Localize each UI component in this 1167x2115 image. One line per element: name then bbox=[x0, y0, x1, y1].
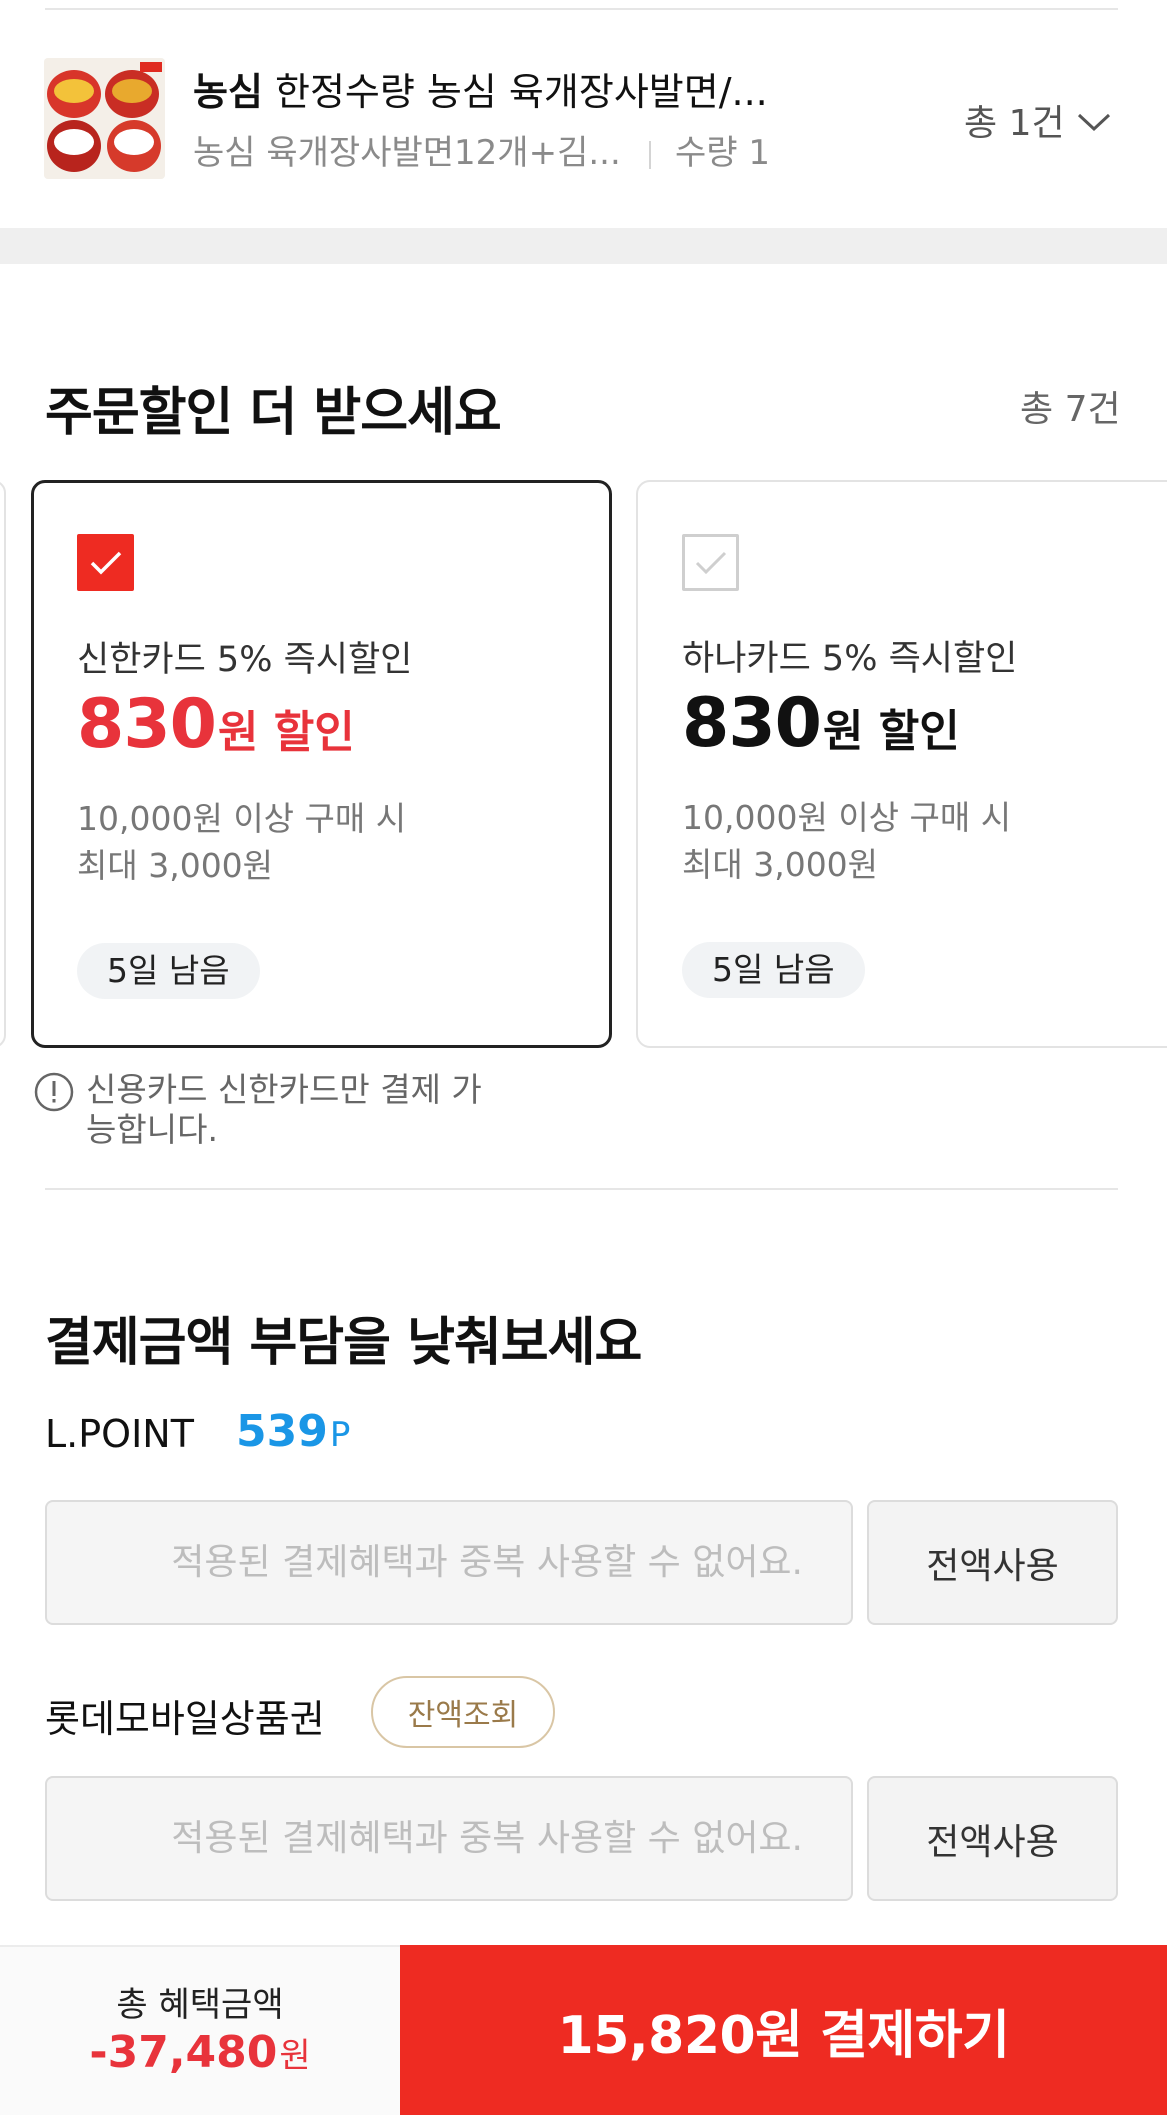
card-discount-name: 하나카드 5% 즉시할인 bbox=[682, 639, 1018, 679]
card-discount-name: 신한카드 5% 즉시할인 bbox=[77, 640, 413, 680]
gift-card-input[interactable] bbox=[45, 1776, 853, 1901]
gift-use-all-button[interactable]: 전액사용 bbox=[867, 1776, 1118, 1901]
notice-text: 신용카드 신한카드만 결제 가능합니다. bbox=[86, 1070, 482, 1149]
lpoint-input[interactable] bbox=[45, 1500, 853, 1625]
total-benefit-amount: -37,480원 bbox=[0, 2027, 400, 2078]
benefit-amount-unit: 원 bbox=[279, 2036, 311, 2076]
product-image bbox=[44, 58, 165, 179]
top-divider bbox=[45, 8, 1118, 10]
balance-check-button[interactable]: 잔액조회 bbox=[371, 1676, 555, 1748]
product-option: 농심 육개장사발면12개+김... bbox=[193, 133, 621, 173]
chevron-down-icon bbox=[1077, 100, 1111, 141]
card-discount-amount: 830원 할인 bbox=[682, 684, 960, 763]
product-title[interactable]: 농심 한정수량 농심 육개장사발면/... bbox=[193, 68, 813, 116]
discount-amount-unit: 원 할인 bbox=[217, 707, 355, 758]
condition-max-discount: 최대 3,000원 bbox=[77, 846, 274, 885]
discount-amount-value: 830 bbox=[77, 685, 217, 764]
product-total-toggle[interactable]: 총 1건 bbox=[964, 94, 1111, 146]
product-name: 한정수량 농심 육개장사발면/... bbox=[275, 70, 768, 114]
payment-reduce-title: 결제금액 부담을 낮춰보세요 bbox=[45, 1313, 642, 1373]
product-brand: 농심 bbox=[193, 70, 263, 114]
condition-min-purchase: 10,000원 이상 구매 시 bbox=[77, 799, 407, 838]
card-discount-amount: 830원 할인 bbox=[77, 685, 355, 764]
checkbox-unchecked[interactable] bbox=[682, 534, 739, 591]
prev-card-edge[interactable] bbox=[0, 480, 6, 1048]
total-benefit-panel: 총 혜택금액 -37,480원 bbox=[0, 1945, 400, 2115]
discount-card-shinhan[interactable]: 신한카드 5% 즉시할인 830원 할인 10,000원 이상 구매 시 최대 … bbox=[31, 480, 612, 1048]
order-discount-count[interactable]: 총 7건 bbox=[1020, 380, 1121, 432]
order-discount-title: 주문할인 더 받으세요 bbox=[45, 383, 502, 443]
product-total-count: 총 1건 bbox=[964, 103, 1065, 144]
product-thumbnail bbox=[44, 58, 165, 179]
condition-max-discount: 최대 3,000원 bbox=[682, 845, 879, 884]
total-benefit-label: 총 혜택금액 bbox=[116, 1985, 284, 2025]
lpoint-use-all-button[interactable]: 전액사용 bbox=[867, 1500, 1118, 1625]
section-divider bbox=[45, 1188, 1118, 1190]
remaining-days-badge: 5일 남음 bbox=[682, 942, 865, 998]
lpoint-unit: P bbox=[329, 1415, 351, 1455]
lpoint-value: 539 bbox=[236, 1406, 328, 1457]
lpoint-balance: 539P bbox=[236, 1406, 350, 1457]
checkbox-checked[interactable] bbox=[77, 534, 134, 591]
option-separator bbox=[649, 140, 651, 169]
benefit-amount-value: -37,480 bbox=[89, 2027, 278, 2078]
remaining-days-badge: 5일 남음 bbox=[77, 943, 260, 999]
discount-card-hana[interactable]: 하나카드 5% 즉시할인 830원 할인 10,000원 이상 구매 시 최대 … bbox=[636, 480, 1167, 1048]
section-band bbox=[0, 228, 1167, 264]
discount-amount-value: 830 bbox=[682, 684, 822, 763]
card-discount-condition: 10,000원 이상 구매 시 최대 3,000원 bbox=[77, 795, 406, 889]
product-option-row: 농심 육개장사발면12개+김... 수량 1 bbox=[193, 130, 770, 176]
product-quantity: 수량 1 bbox=[675, 133, 770, 173]
gift-card-label: 롯데모바일상품권 bbox=[45, 1697, 325, 1741]
card-discount-condition: 10,000원 이상 구매 시 최대 3,000원 bbox=[682, 794, 1011, 888]
discount-amount-unit: 원 할인 bbox=[822, 706, 960, 757]
info-icon bbox=[34, 1072, 74, 1112]
check-icon bbox=[695, 551, 726, 574]
check-icon bbox=[90, 551, 121, 574]
condition-min-purchase: 10,000원 이상 구매 시 bbox=[682, 798, 1012, 837]
lpoint-label: L.POINT bbox=[45, 1412, 194, 1456]
pay-button[interactable]: 15,820원 결제하기 bbox=[400, 1945, 1167, 2115]
